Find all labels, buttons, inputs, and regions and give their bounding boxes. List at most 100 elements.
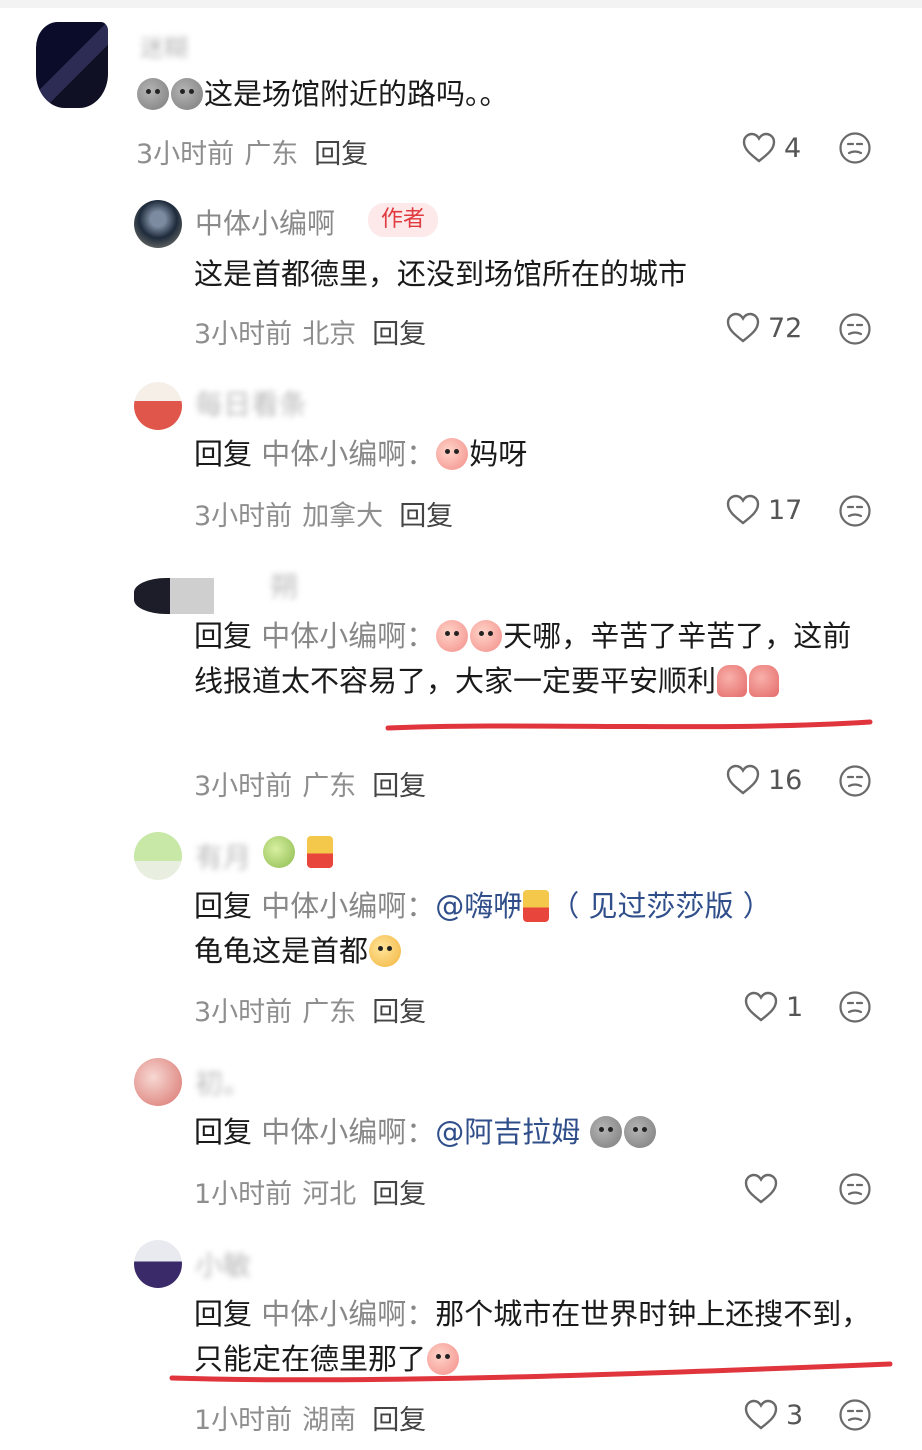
username[interactable]: 小敏 [195,1244,251,1284]
like-button[interactable]: 72 [726,308,802,348]
melon-emoji-icon [263,836,295,868]
red-underline-annotation [385,719,873,731]
reply-button[interactable]: 回复 [372,997,426,1028]
comment-meta: 1小时前 河北 回复 [194,1172,426,1211]
region: 湖南 [302,1405,357,1436]
comment-text: 这是场馆附近的路吗。。 [136,72,509,117]
timestamp: 3小时前 [194,319,293,350]
dislike-face-icon[interactable] [838,764,872,798]
sad-gray-emoji-icon [137,78,169,110]
like-count: 4 [784,132,802,164]
like-button[interactable]: 17 [726,490,802,530]
comment-text: 回复 中体小编啊： 天哪，辛苦了辛苦了，这前线报道太不容易了，大家一定要平安顺利 [194,619,852,698]
username[interactable]: 朔 [270,565,298,605]
region: 河北 [302,1179,357,1210]
comment-meta: 3小时前 广东 回复 [194,990,426,1029]
avatar[interactable] [134,382,182,430]
avatar[interactable] [134,832,182,880]
dislike-face-icon[interactable] [838,990,872,1024]
author-badge: 作者 [368,203,439,237]
comment-meta: 3小时前 广东 回复 [194,764,426,803]
reply-target[interactable]: 中体小编啊： [261,1297,435,1331]
avatar[interactable] [134,578,214,614]
region: 广东 [302,771,357,802]
mention-link[interactable]: @嗨咿 [435,889,522,923]
dislike-face-icon[interactable] [838,494,872,528]
like-button[interactable]: 4 [742,128,801,168]
heart-icon [742,132,776,163]
fries-emoji-icon [523,890,550,922]
sad-gray-emoji-icon [171,78,203,110]
comment-text: 这是首都德里，还没到场馆所在的城市 [194,257,688,291]
reply-target[interactable]: 中体小编啊： [261,889,435,923]
sad-gray-emoji-icon [624,1116,657,1148]
reply-button[interactable]: 回复 [314,139,368,170]
avatar[interactable] [134,1240,182,1288]
reply-target[interactable]: 中体小编啊： [261,619,435,653]
username[interactable]: 每日看条 [195,383,307,423]
comment-text: 回复 中体小编啊：那个城市在世界时钟上还搜不到，只能定在德里那了 [194,1297,871,1376]
username[interactable]: 迷糊 [140,28,188,63]
sweat-smile-emoji-icon [369,935,402,967]
region: 广东 [244,139,299,170]
comment-meta: 3小时前 北京 回复 [194,312,426,351]
timestamp: 3小时前 [194,771,293,802]
reply-prefix: 回复 [194,1297,253,1331]
mention-suffix[interactable]: （ 见过莎莎版 ） [550,889,771,923]
reply-button[interactable]: 回复 [372,319,426,350]
reply-button[interactable]: 回复 [399,501,453,532]
username[interactable]: 初。 [195,1062,251,1102]
heart-icon [744,991,778,1022]
reply-button[interactable]: 回复 [372,1405,426,1436]
heart-icon [726,494,760,525]
username[interactable]: 有月 [195,836,251,876]
top-divider [0,0,922,8]
like-count: 16 [768,764,803,796]
reply-target[interactable]: 中体小编啊： [261,1115,435,1149]
like-button[interactable]: 1 [744,987,803,1027]
heart-icon [744,1399,778,1430]
like-button[interactable]: 16 [726,760,802,800]
heart-icon [726,764,760,795]
heart-icon [744,1173,778,1204]
like-count: 72 [768,312,803,344]
comment-meta: 3小时前 广东 回复 [136,132,368,171]
heart-icon [726,312,760,343]
reply-prefix: 回复 [194,619,253,653]
username[interactable]: 中体小编啊 [195,202,335,242]
praying-hands-icon [717,665,748,697]
like-button[interactable] [744,1169,786,1209]
like-count: 1 [786,991,804,1023]
reply-button[interactable]: 回复 [372,1179,426,1210]
dislike-face-icon[interactable] [838,131,872,165]
sad-gray-emoji-icon [590,1116,623,1148]
comment-text: 回复 中体小编啊： 妈呀 [194,437,528,471]
comment-text: 回复 中体小编啊：@嗨咿（ 见过莎莎版 ）龟龟这是首都 [194,889,772,968]
crying-emoji-icon [436,620,469,652]
timestamp: 1小时前 [194,1405,293,1436]
avatar[interactable] [134,1058,182,1106]
comment-meta: 3小时前 加拿大 回复 [194,494,453,533]
reply-target[interactable]: 中体小编啊： [261,437,435,471]
reply-prefix: 回复 [194,1115,253,1149]
crying-emoji-icon [436,438,469,470]
dislike-face-icon[interactable] [838,1398,872,1432]
like-button[interactable]: 3 [744,1395,803,1435]
comment-meta: 1小时前 湖南 回复 [194,1398,426,1437]
mention-link[interactable]: @阿吉拉姆 [435,1115,580,1149]
timestamp: 3小时前 [136,139,235,170]
avatar[interactable] [134,200,182,248]
avatar[interactable] [36,22,108,108]
region: 加拿大 [302,501,384,532]
timestamp: 3小时前 [194,997,293,1028]
reply-button[interactable]: 回复 [372,771,426,802]
dislike-face-icon[interactable] [838,312,872,346]
fries-emoji-icon [307,836,333,868]
like-count: 3 [786,1399,804,1431]
comment-text: 回复 中体小编啊：@阿吉拉姆 [194,1110,657,1155]
like-count: 17 [768,494,803,526]
timestamp: 1小时前 [194,1179,293,1210]
crying-emoji-icon [470,620,503,652]
crying-emoji-icon [427,1343,460,1375]
dislike-face-icon[interactable] [838,1172,872,1206]
